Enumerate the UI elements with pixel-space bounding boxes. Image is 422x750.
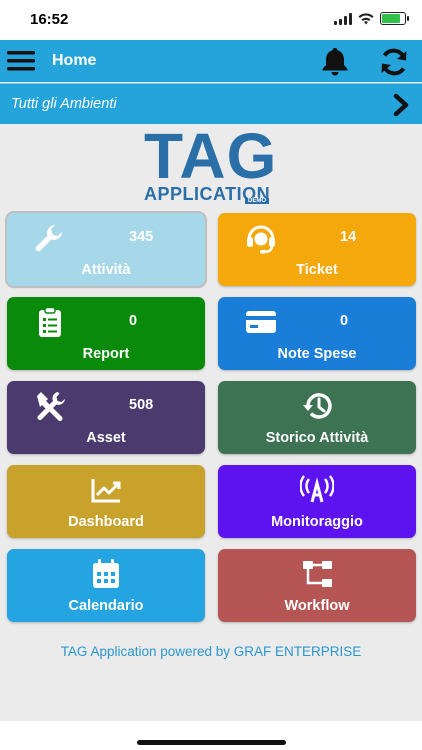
tile-dashboard[interactable]: Dashboard [7,465,205,538]
wifi-icon [358,12,374,24]
tile-note-spese[interactable]: 0 Note Spese [218,297,416,370]
bell-icon[interactable] [318,46,352,76]
tile-attivita[interactable]: 345 Attività [7,213,205,286]
status-icons [334,12,409,25]
bottom-safe-area [0,721,422,750]
tile-storico-attivita[interactable]: Storico Attività [218,381,416,454]
environment-selector[interactable]: Tutti gli Ambienti [0,83,422,124]
logo-main-text: TAG [144,120,278,192]
chevron-right-icon [393,93,409,117]
tile-count: 0 [340,313,349,329]
wrench-icon [35,225,62,252]
tile-label: Storico Attività [265,430,369,446]
logo-demo-badge: DEMO [245,198,269,204]
status-time: 16:52 [30,11,69,28]
headset-icon [247,225,275,254]
tile-label: Asset [86,430,126,446]
hamburger-menu-icon[interactable] [7,50,35,72]
tile-asset[interactable]: 508 Asset [7,381,205,454]
tile-count: 0 [129,313,138,329]
tile-count: 508 [129,397,154,413]
tile-label: Workflow [284,598,350,614]
tile-ticket[interactable]: 14 Ticket [218,213,416,286]
refresh-icon[interactable] [377,47,411,77]
tile-calendario[interactable]: Calendario [7,549,205,622]
tile-report[interactable]: 0 Report [7,297,205,370]
environment-label: Tutti gli Ambienti [11,96,117,112]
battery-icon [380,12,409,25]
credit-card-icon [246,311,276,333]
tile-label: Note Spese [277,346,357,362]
tools-icon [37,392,65,421]
tile-count: 345 [129,229,154,245]
tile-label: Dashboard [68,514,144,530]
signal-icon [334,12,352,25]
antenna-icon [300,475,334,503]
workflow-icon [303,561,332,587]
line-chart-icon [91,479,121,503]
footer-text: TAG Application powered by GRAF ENTERPRI… [60,644,362,659]
tile-label: Attività [81,262,131,278]
history-icon [303,393,332,419]
tile-label: Calendario [68,598,144,614]
tile-workflow[interactable]: Workflow [218,549,416,622]
home-indicator[interactable] [137,740,286,745]
clipboard-icon [39,306,61,337]
tile-count: 14 [340,229,357,245]
tile-label: Monitoraggio [271,514,363,530]
page-title: Home [52,52,97,69]
tile-label: Ticket [296,262,338,278]
tile-monitoraggio[interactable]: Monitoraggio [218,465,416,538]
calendar-icon [93,559,119,588]
battery-fill [382,14,400,23]
app-logo: TAG APPLICATION DEMO [140,120,282,208]
nav-bar: Home [0,40,422,82]
status-bar: 16:52 [0,0,422,40]
tile-label: Report [82,346,130,362]
